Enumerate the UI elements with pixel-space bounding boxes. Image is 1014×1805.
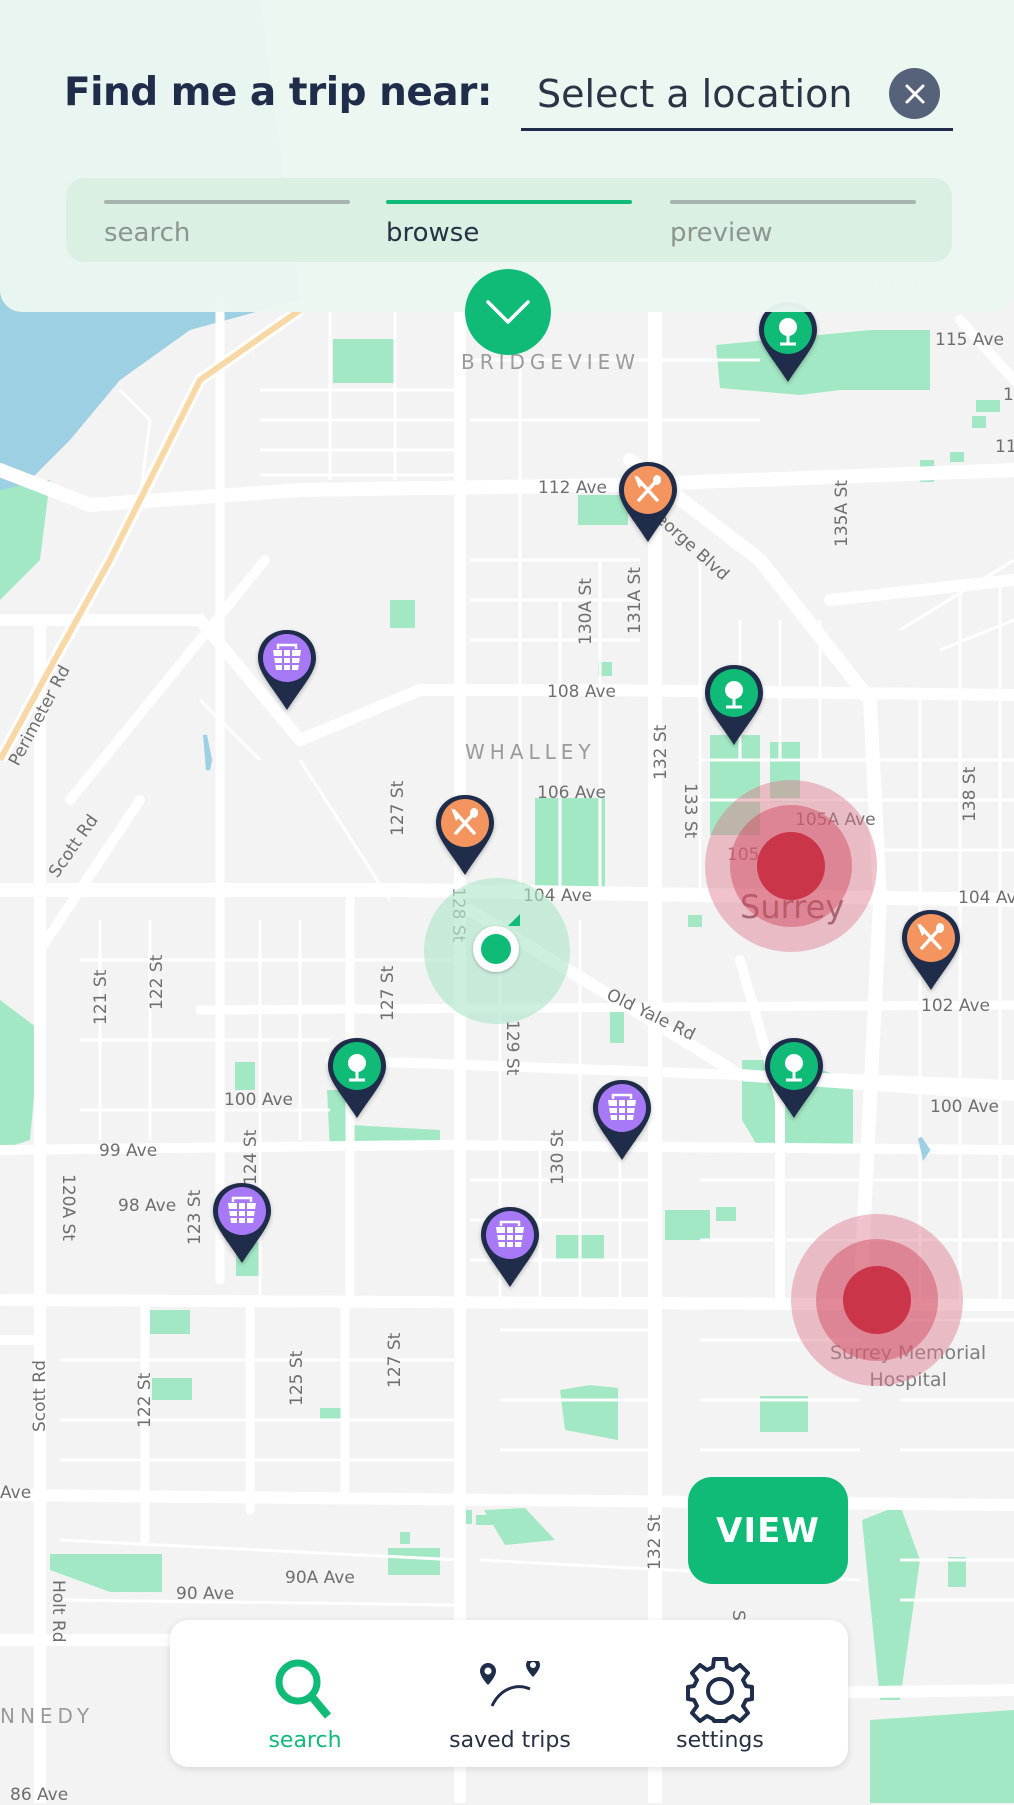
nav-search[interactable]: search (205, 1620, 405, 1767)
view-button[interactable]: VIEW (688, 1477, 848, 1584)
map-pin-shop[interactable] (591, 1078, 653, 1162)
step-browse[interactable]: browse (386, 200, 632, 256)
step-search[interactable]: search (104, 200, 350, 256)
search-header-panel: Find me a trip near: search browse previ… (0, 0, 1014, 312)
prompt-label: Find me a trip near: (64, 70, 492, 115)
map-pin-shop[interactable] (479, 1205, 541, 1289)
nav-settings[interactable]: settings (620, 1620, 820, 1767)
close-icon (905, 84, 924, 103)
map-pin-food[interactable] (617, 460, 679, 544)
basket-icon (481, 1207, 539, 1287)
collapse-header-button[interactable] (465, 269, 551, 355)
step-label: search (104, 218, 191, 248)
step-bar (104, 200, 350, 204)
heading-arrow-icon (508, 914, 520, 926)
step-bar (670, 200, 916, 204)
map-pin-food[interactable] (434, 793, 496, 877)
tree-icon (759, 302, 817, 382)
tree-icon (328, 1038, 386, 1118)
map-pin-shop[interactable] (211, 1181, 273, 1265)
nav-saved-trips[interactable]: saved trips (410, 1620, 610, 1767)
tree-icon (705, 665, 763, 745)
basket-icon (258, 630, 316, 710)
gear-icon (686, 1657, 754, 1723)
map-pin-park[interactable] (703, 663, 765, 747)
step-preview[interactable]: preview (670, 200, 916, 256)
nav-label: settings (676, 1728, 764, 1753)
bottom-navigation: search saved trips settings (170, 1620, 848, 1767)
map-pin-park[interactable] (757, 300, 819, 384)
current-location-icon[interactable] (473, 926, 519, 972)
utensils-icon (902, 910, 960, 990)
location-input[interactable] (537, 70, 877, 118)
nav-label: saved trips (449, 1728, 571, 1753)
tree-icon (765, 1038, 823, 1118)
search-icon (275, 1659, 332, 1719)
progress-steps: search browse preview (66, 178, 952, 262)
route-pins-icon (480, 1661, 540, 1707)
map-pin-park[interactable] (763, 1036, 825, 1120)
step-label: preview (670, 218, 773, 248)
hazard-zone-core (843, 1266, 911, 1334)
utensils-icon (619, 462, 677, 542)
nav-label: search (268, 1728, 342, 1753)
basket-icon (213, 1183, 271, 1263)
utensils-icon (436, 795, 494, 875)
map-pin-food[interactable] (900, 908, 962, 992)
step-label: browse (386, 218, 480, 248)
chevron-down-icon (486, 300, 530, 324)
hazard-zone-core (757, 832, 825, 900)
location-field[interactable] (521, 62, 953, 131)
clear-location-button[interactable] (889, 68, 940, 119)
step-bar (386, 200, 632, 204)
map-pin-shop[interactable] (256, 628, 318, 712)
map-pin-park[interactable] (326, 1036, 388, 1120)
basket-icon (593, 1080, 651, 1160)
